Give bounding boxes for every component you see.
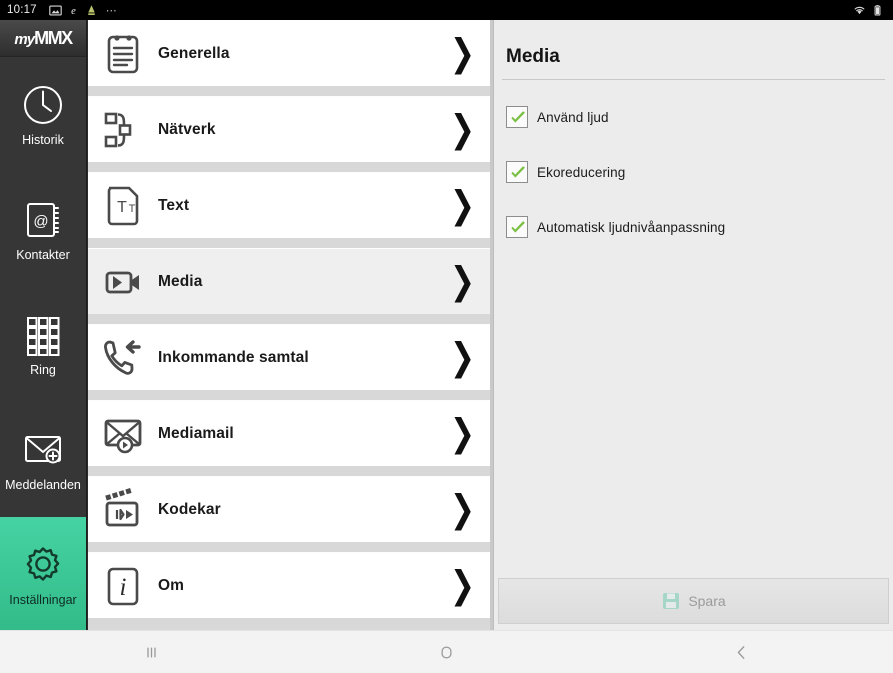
status-overflow-icon: ⋯ — [105, 4, 118, 17]
info-icon: i — [98, 561, 148, 611]
contacts-icon: @ — [20, 197, 66, 243]
checkbox-checked-icon[interactable] — [506, 106, 528, 128]
clapperboard-icon — [98, 485, 148, 535]
text-file-icon: T T — [98, 181, 148, 231]
settings-row-label: Generella — [158, 44, 230, 62]
edge-browser-icon: e — [67, 4, 80, 17]
gear-icon — [20, 542, 66, 588]
settings-row-mediamail[interactable]: Mediamail ❯ — [88, 400, 493, 466]
status-bar: 10:17 e ⋯ — [0, 0, 893, 20]
settings-row-label: Media — [158, 272, 203, 290]
sidebar-item-ring[interactable]: Ring — [0, 287, 86, 402]
recents-button[interactable] — [4, 631, 299, 673]
settings-row-label: Mediamail — [158, 424, 234, 442]
body-area: my MMX Historik @ Kontakter Ring Meddela… — [0, 20, 893, 632]
status-clock: 10:17 — [7, 4, 37, 16]
settings-row-text[interactable]: T T Text ❯ — [88, 172, 493, 238]
checkbox-label: Ekoreducering — [537, 164, 626, 180]
svg-text:@: @ — [33, 213, 48, 230]
svg-text:T: T — [117, 199, 127, 216]
detail-panel: Media Använd ljud Ekoreducering Automati… — [493, 20, 893, 630]
image-icon — [49, 4, 62, 17]
chevron-right-icon: ❯ — [449, 412, 475, 454]
checkbox-label: Använd ljud — [537, 109, 609, 125]
sidebar-item-label: Historik — [22, 132, 64, 147]
checkbox-checked-icon[interactable] — [506, 216, 528, 238]
logo-my: my — [14, 31, 35, 48]
sidebar-item-label: Ring — [30, 362, 56, 377]
settings-row-label: Om — [158, 576, 185, 594]
sidebar-item-label: Meddelanden — [5, 477, 81, 492]
video-cam-icon — [98, 257, 148, 307]
save-disk-icon — [661, 591, 681, 611]
sidebar: my MMX Historik @ Kontakter Ring Meddela… — [0, 20, 87, 632]
mediamail-icon — [98, 409, 148, 459]
detail-footer: Spara — [494, 578, 893, 630]
sidebar-item-label: Kontakter — [16, 247, 70, 262]
settings-row-generella[interactable]: Generella ❯ — [88, 20, 493, 86]
settings-row-media[interactable]: Media ❯ — [88, 248, 493, 314]
checkbox-row-ekoreducering[interactable]: Ekoreducering — [494, 155, 893, 189]
app-root: 10:17 e ⋯ my MMX Historik @ Kontakter Ri… — [0, 0, 893, 673]
settings-row-om[interactable]: i Om ❯ — [88, 552, 493, 618]
settings-row-natverk[interactable]: Nätverk ❯ — [88, 96, 493, 162]
chevron-right-icon: ❯ — [449, 564, 475, 606]
settings-row-kodekar[interactable]: Kodekar ❯ — [88, 476, 493, 542]
svg-text:i: i — [120, 574, 127, 601]
checkbox-checked-icon[interactable] — [506, 161, 528, 183]
chevron-right-icon: ❯ — [449, 184, 475, 226]
chevron-right-icon: ❯ — [449, 488, 475, 530]
settings-list[interactable]: Generella ❯ Nätverk ❯ T T Text ❯ Media ❯… — [87, 20, 493, 630]
chevron-right-icon: ❯ — [449, 336, 475, 378]
home-icon — [436, 642, 457, 663]
incoming-call-icon — [98, 333, 148, 383]
checkbox-label: Automatisk ljudnivåanpassning — [537, 219, 726, 235]
checkbox-row-anvand-ljud[interactable]: Använd ljud — [494, 100, 893, 134]
list-scrollbar[interactable] — [490, 20, 493, 630]
chevron-right-icon: ❯ — [449, 260, 475, 302]
chevron-right-icon: ❯ — [449, 32, 475, 74]
notepad-icon — [98, 29, 148, 79]
settings-row-label: Inkommande samtal — [158, 348, 309, 366]
network-icon — [98, 105, 148, 155]
sidebar-item-kontakter[interactable]: @ Kontakter — [0, 172, 86, 287]
download-icon — [85, 4, 98, 17]
detail-header: Media — [494, 20, 893, 79]
android-navigation-bar — [0, 630, 893, 673]
app-logo: my MMX — [0, 20, 86, 57]
logo-mmx: MMX — [34, 28, 73, 48]
message-icon — [20, 427, 66, 473]
back-icon — [731, 642, 752, 663]
sidebar-item-meddelanden[interactable]: Meddelanden — [0, 402, 86, 517]
clock-icon — [20, 82, 66, 128]
keypad-icon — [20, 312, 66, 358]
detail-body: Använd ljud Ekoreducering Automatisk lju… — [494, 80, 893, 578]
sidebar-item-installningar[interactable]: Inställningar — [0, 517, 86, 632]
sidebar-item-historik[interactable]: Historik — [0, 57, 86, 172]
back-button[interactable] — [594, 631, 889, 673]
sidebar-item-label: Inställningar — [9, 592, 77, 607]
page-title: Media — [506, 46, 560, 67]
save-button[interactable]: Spara — [498, 578, 889, 624]
svg-text:e: e — [71, 5, 76, 16]
settings-list-scroll: Generella ❯ Nätverk ❯ T T Text ❯ Media ❯… — [88, 20, 493, 630]
settings-row-label: Kodekar — [158, 500, 221, 518]
chevron-right-icon: ❯ — [449, 108, 475, 150]
settings-row-label: Nätverk — [158, 120, 216, 138]
status-bar-left: 10:17 e ⋯ — [7, 4, 118, 17]
save-button-label: Spara — [688, 593, 726, 609]
svg-text:T: T — [129, 203, 136, 215]
home-button[interactable] — [299, 631, 594, 673]
checkbox-row-automatisk-ljudnivaanpassning[interactable]: Automatisk ljudnivåanpassning — [494, 210, 893, 244]
settings-row-label: Text — [158, 196, 190, 214]
settings-row-inkommande-samtal[interactable]: Inkommande samtal ❯ — [88, 324, 493, 390]
wifi-icon — [853, 4, 866, 17]
status-bar-right — [853, 4, 886, 17]
battery-icon — [871, 4, 884, 17]
recents-icon — [141, 642, 162, 663]
